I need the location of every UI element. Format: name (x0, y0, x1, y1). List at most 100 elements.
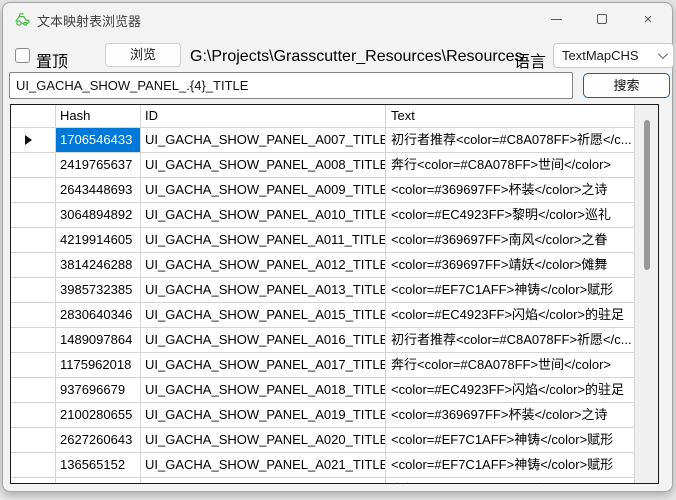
table-row: 136565152 UI_GACHA_SHOW_PANEL_A021_TITLE… (11, 453, 634, 478)
column-header-id[interactable]: ID (141, 105, 386, 127)
cell-text[interactable]: <color=#EC4923FF>闪焰</color>的驻足 (386, 303, 634, 327)
table-row: 326122427 UI_GACHA_SHOW_PANEL_A022_TITLE… (11, 478, 634, 484)
cell-text[interactable]: <color=#EC4923FF>闪焰</color>的驻足 (386, 378, 634, 402)
cell-text[interactable]: 初行者推荐<color=#C8A078FF>祈愿</c... (386, 128, 634, 152)
cell-text[interactable]: 奔行<color=#C8A078FF>世间</color> (386, 153, 634, 177)
cell-text[interactable]: <color=#369697FF>杯装</color>之诗 (386, 178, 634, 202)
cell-id[interactable]: UI_GACHA_SHOW_PANEL_A016_TITLE (141, 328, 386, 352)
cell-text[interactable]: 奔行<color=#757acdFF>世间</color> (386, 478, 634, 484)
cell-hash[interactable]: 2830640346 (56, 303, 141, 327)
cell-id[interactable]: UI_GACHA_SHOW_PANEL_A018_TITLE (141, 378, 386, 402)
cell-id[interactable]: UI_GACHA_SHOW_PANEL_A009_TITLE (141, 178, 386, 202)
row-selector-cell[interactable] (11, 478, 56, 484)
table-row: 2643448693 UI_GACHA_SHOW_PANEL_A009_TITL… (11, 178, 634, 203)
cell-text[interactable]: <color=#EF7C1AFF>神铸</color>赋形 (386, 428, 634, 452)
search-button[interactable]: 搜索 (583, 73, 670, 98)
row-selector-cell[interactable] (11, 303, 56, 327)
maximize-button-icon[interactable] (579, 4, 625, 34)
browse-button[interactable]: 浏览 (105, 43, 181, 67)
cell-hash[interactable]: 937696679 (56, 378, 141, 402)
cell-id[interactable]: UI_GACHA_SHOW_PANEL_A013_TITLE (141, 278, 386, 302)
cell-hash[interactable]: 3985732385 (56, 278, 141, 302)
minimize-button-icon[interactable] (533, 4, 579, 34)
table-row: 2419765637 UI_GACHA_SHOW_PANEL_A008_TITL… (11, 153, 634, 178)
cell-text[interactable]: <color=#EF7C1AFF>神铸</color>赋形 (386, 278, 634, 302)
cell-text[interactable]: 奔行<color=#C8A078FF>世间</color> (386, 353, 634, 377)
table-row: 1706546433 UI_GACHA_SHOW_PANEL_A007_TITL… (11, 128, 634, 153)
cell-hash[interactable]: 2419765637 (56, 153, 141, 177)
cell-id[interactable]: UI_GACHA_SHOW_PANEL_A012_TITLE (141, 253, 386, 277)
search-input[interactable] (9, 72, 573, 99)
row-selector-cell[interactable] (11, 378, 56, 402)
cell-hash[interactable]: 4219914605 (56, 228, 141, 252)
row-selector-cell[interactable] (11, 428, 56, 452)
row-selector-cell[interactable] (11, 453, 56, 477)
cell-id[interactable]: UI_GACHA_SHOW_PANEL_A010_TITLE (141, 203, 386, 227)
column-header-text[interactable]: Text (386, 105, 634, 127)
cell-id[interactable]: UI_GACHA_SHOW_PANEL_A017_TITLE (141, 353, 386, 377)
cell-text[interactable]: 初行者推荐<color=#C8A078FF>祈愿</c... (386, 328, 634, 352)
table-body: 1706546433 UI_GACHA_SHOW_PANEL_A007_TITL… (11, 128, 634, 484)
scrollbar-thumb[interactable] (644, 120, 650, 270)
vertical-scrollbar[interactable] (634, 105, 658, 484)
pin-on-top-label: 置顶 (36, 48, 68, 72)
cell-hash[interactable]: 2100280655 (56, 403, 141, 427)
current-row-arrow-icon (25, 135, 32, 145)
table-row: 3985732385 UI_GACHA_SHOW_PANEL_A013_TITL… (11, 278, 634, 303)
cell-text[interactable]: <color=#369697FF>杯装</color>之诗 (386, 403, 634, 427)
cell-id[interactable]: UI_GACHA_SHOW_PANEL_A020_TITLE (141, 428, 386, 452)
cell-id[interactable]: UI_GACHA_SHOW_PANEL_A015_TITLE (141, 303, 386, 327)
cell-hash[interactable]: 326122427 (56, 478, 141, 484)
table-row: 1489097864 UI_GACHA_SHOW_PANEL_A016_TITL… (11, 328, 634, 353)
cell-id[interactable]: UI_GACHA_SHOW_PANEL_A022_TITLE (141, 478, 386, 484)
cell-hash[interactable]: 3064894892 (56, 203, 141, 227)
app-window: 文本映射表浏览器 × 置顶 浏览 G:\Projects\Grasscutter… (2, 2, 673, 492)
cell-id[interactable]: UI_GACHA_SHOW_PANEL_A007_TITLE (141, 128, 386, 152)
row-selector-cell[interactable] (11, 178, 56, 202)
cell-text[interactable]: <color=#EF7C1AFF>神铸</color>赋形 (386, 453, 634, 477)
row-selector-cell[interactable] (11, 203, 56, 227)
row-selector-cell[interactable] (11, 278, 56, 302)
chevron-down-icon (658, 49, 668, 59)
cell-id[interactable]: UI_GACHA_SHOW_PANEL_A019_TITLE (141, 403, 386, 427)
cell-id[interactable]: UI_GACHA_SHOW_PANEL_A011_TITLE (141, 228, 386, 252)
row-selector-cell[interactable] (11, 253, 56, 277)
table-row: 2627260643 UI_GACHA_SHOW_PANEL_A020_TITL… (11, 428, 634, 453)
textmap-table: Hash ID Text 1706546433 UI_GACHA_SHOW_PA… (10, 104, 659, 484)
row-selector-cell[interactable] (11, 403, 56, 427)
cell-text[interactable]: <color=#369697FF>南风</color>之眷 (386, 228, 634, 252)
cell-hash[interactable]: 2643448693 (56, 178, 141, 202)
column-header-hash[interactable]: Hash (56, 105, 141, 127)
row-selector-cell[interactable] (11, 228, 56, 252)
table-row: 937696679 UI_GACHA_SHOW_PANEL_A018_TITLE… (11, 378, 634, 403)
grasscutter-lawnmower-icon (14, 11, 31, 28)
cell-text[interactable]: <color=#369697FF>靖妖</color>傩舞 (386, 253, 634, 277)
row-selector-cell[interactable] (11, 328, 56, 352)
title-bar[interactable]: 文本映射表浏览器 × (3, 3, 672, 35)
cell-hash[interactable]: 1489097864 (56, 328, 141, 352)
cell-hash[interactable]: 1175962018 (56, 353, 141, 377)
table-corner-cell[interactable] (11, 105, 56, 127)
row-selector-cell[interactable] (11, 128, 56, 152)
row-selector-cell[interactable] (11, 153, 56, 177)
language-select[interactable]: TextMapCHS (553, 43, 674, 68)
table-row: 3064894892 UI_GACHA_SHOW_PANEL_A010_TITL… (11, 203, 634, 228)
cell-text[interactable]: <color=#EC4923FF>黎明</color>巡礼 (386, 203, 634, 227)
cell-hash[interactable]: 1706546433 (56, 128, 141, 152)
table-row: 4219914605 UI_GACHA_SHOW_PANEL_A011_TITL… (11, 228, 634, 253)
table-row: 2830640346 UI_GACHA_SHOW_PANEL_A015_TITL… (11, 303, 634, 328)
row-selector-cell[interactable] (11, 353, 56, 377)
cell-hash[interactable]: 3814246288 (56, 253, 141, 277)
language-selected-value: TextMapCHS (562, 48, 639, 63)
resource-path-label: G:\Projects\Grasscutter_Resources\Resour… (190, 48, 523, 66)
cell-id[interactable]: UI_GACHA_SHOW_PANEL_A008_TITLE (141, 153, 386, 177)
cell-hash[interactable]: 136565152 (56, 453, 141, 477)
table-row: 1175962018 UI_GACHA_SHOW_PANEL_A017_TITL… (11, 353, 634, 378)
table-header-row: Hash ID Text (11, 105, 634, 128)
table-row: 2100280655 UI_GACHA_SHOW_PANEL_A019_TITL… (11, 403, 634, 428)
cell-id[interactable]: UI_GACHA_SHOW_PANEL_A021_TITLE (141, 453, 386, 477)
window-title: 文本映射表浏览器 (37, 11, 141, 30)
close-button-icon[interactable]: × (625, 4, 671, 34)
pin-on-top-checkbox[interactable] (15, 48, 30, 63)
cell-hash[interactable]: 2627260643 (56, 428, 141, 452)
